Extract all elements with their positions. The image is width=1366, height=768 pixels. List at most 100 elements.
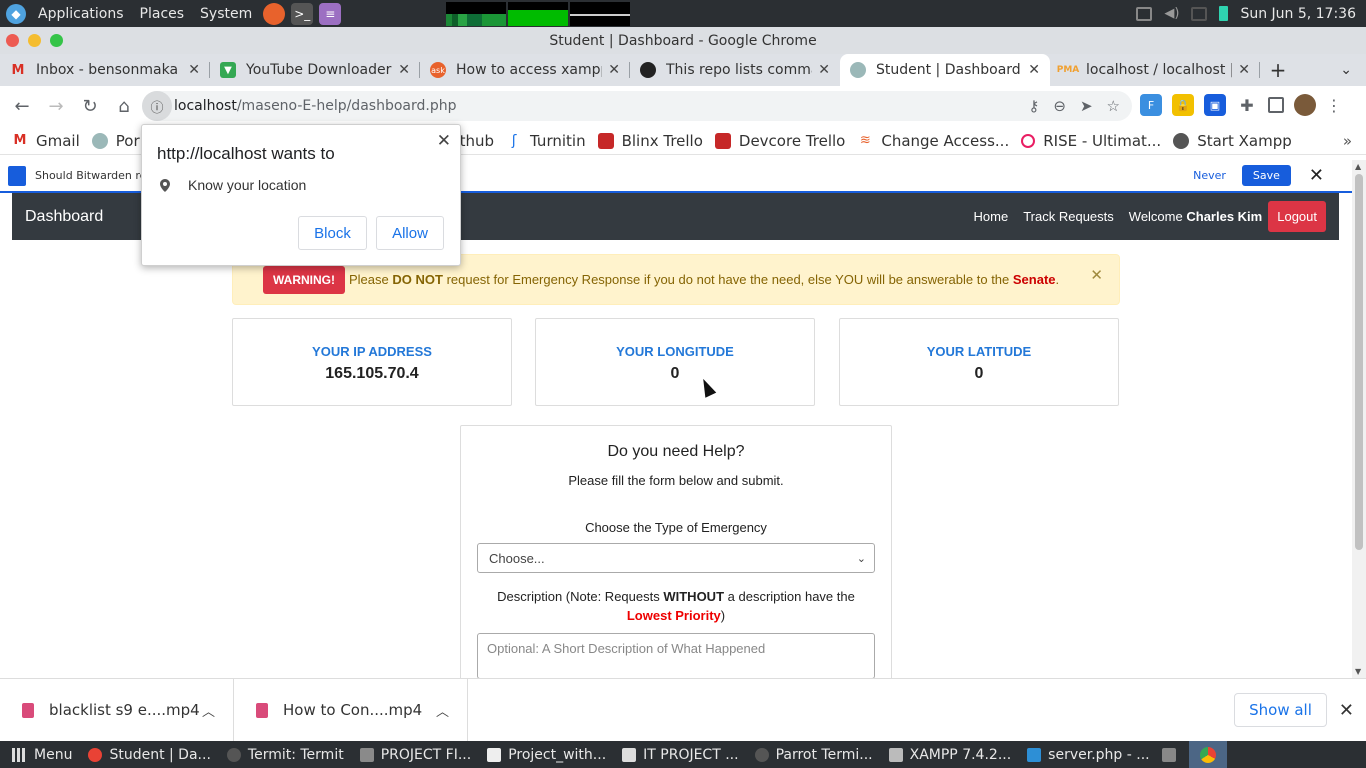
- bookmark-devcore-trello[interactable]: Devcore Trello: [714, 132, 845, 150]
- bitwarden-extension-icon[interactable]: ▣: [1204, 94, 1226, 116]
- tab-search-chevron-icon[interactable]: ⌄: [1340, 54, 1352, 86]
- reload-button[interactable]: ↻: [74, 91, 106, 123]
- tab-student-dashboard[interactable]: Student | Dashboard ✕: [840, 54, 1050, 86]
- network-icon[interactable]: [1191, 6, 1208, 21]
- tab-phpmyadmin[interactable]: PMA localhost / localhost | ✕: [1050, 54, 1260, 86]
- nav-track-requests-link[interactable]: Track Requests: [1023, 209, 1114, 224]
- forward-button[interactable]: →: [40, 91, 72, 123]
- bookmark-blinx-trello[interactable]: Blinx Trello: [597, 132, 703, 150]
- close-tab-icon[interactable]: ✕: [608, 62, 620, 78]
- nav-home-link[interactable]: Home: [974, 209, 1009, 224]
- system-tray-icon[interactable]: [1161, 747, 1176, 762]
- bitwarden-save-button[interactable]: Save: [1241, 165, 1291, 186]
- close-tab-icon[interactable]: ✕: [188, 62, 200, 78]
- bitwarden-never-button[interactable]: Never: [1193, 169, 1226, 182]
- scroll-up-icon[interactable]: ▲: [1355, 162, 1361, 171]
- taskbar-item[interactable]: IT PROJECT ...: [614, 741, 746, 768]
- send-icon[interactable]: ➤: [1080, 97, 1093, 115]
- bookmark-label: RISE - Ultimat...: [1043, 131, 1162, 150]
- popup-close-icon[interactable]: ✕: [437, 131, 451, 151]
- bookmark-gmail[interactable]: M Gmail: [12, 132, 80, 150]
- bookmark-rise[interactable]: RISE - Ultimat...: [1021, 132, 1161, 150]
- extension-fi-icon[interactable]: F: [1140, 94, 1162, 116]
- taskbar-item[interactable]: XAMPP 7.4.2...: [881, 741, 1020, 768]
- bookmark-start-xampp[interactable]: Start Xampp: [1173, 132, 1292, 150]
- taskbar-item[interactable]: PROJECT FI...: [352, 741, 479, 768]
- start-menu-button[interactable]: Menu: [0, 747, 80, 763]
- bookmark-change-access[interactable]: ≋ Change Access...: [857, 132, 1009, 150]
- close-tab-icon[interactable]: ✕: [818, 62, 830, 78]
- network-monitor-graph: [570, 1, 631, 26]
- scroll-thumb[interactable]: [1355, 174, 1363, 550]
- bookmark-star-icon[interactable]: ☆: [1107, 97, 1120, 115]
- close-downloads-icon[interactable]: ✕: [1339, 700, 1354, 721]
- lock-extension-icon[interactable]: 🔒: [1172, 94, 1194, 116]
- close-window-button[interactable]: [6, 34, 19, 47]
- tab-youtube-downloader[interactable]: ▼ YouTube Downloader ✕: [210, 54, 420, 86]
- clock[interactable]: Sun Jun 5, 17:36: [1240, 6, 1356, 22]
- bookmark-turnitin[interactable]: ʃ Turnitin: [506, 132, 586, 150]
- terminal-launcher-icon[interactable]: >_: [291, 2, 314, 25]
- folder-icon: [359, 747, 374, 762]
- taskbar-item[interactable]: Project_with...: [479, 741, 614, 768]
- maximize-window-button[interactable]: [50, 34, 63, 47]
- tab-xampp-question[interactable]: ask How to access xampp ✕: [420, 54, 630, 86]
- back-button[interactable]: ←: [6, 91, 38, 123]
- latitude-label: YOUR LATITUDE: [926, 344, 1032, 359]
- parrot-logo-icon[interactable]: ◆: [6, 3, 26, 24]
- minimize-window-button[interactable]: [28, 34, 41, 47]
- site-info-icon[interactable]: ⓘ: [142, 91, 172, 121]
- places-menu[interactable]: Places: [132, 0, 193, 27]
- alert-close-icon[interactable]: ✕: [1090, 266, 1103, 284]
- gmail-icon: M: [13, 133, 27, 148]
- address-bar[interactable]: ⓘ localhost/maseno-E-help/dashboard.php …: [142, 91, 1132, 121]
- firefox-launcher-icon[interactable]: [263, 2, 286, 25]
- longitude-value: 0: [670, 365, 680, 382]
- scroll-down-icon[interactable]: ▼: [1355, 667, 1361, 676]
- more-bookmarks-icon[interactable]: »: [1343, 132, 1352, 150]
- page-scrollbar[interactable]: ▲ ▼: [1352, 160, 1366, 678]
- navbar-brand[interactable]: Dashboard: [25, 208, 103, 226]
- download-item[interactable]: blacklist s9 e....mp4 ︿: [0, 678, 234, 742]
- profile-avatar[interactable]: [1294, 94, 1316, 116]
- show-all-downloads-button[interactable]: Show all: [1234, 693, 1327, 727]
- bookmark-portal[interactable]: Por: [91, 132, 140, 150]
- chrome-taskbar-button[interactable]: [1188, 741, 1227, 768]
- side-panel-icon[interactable]: [1268, 97, 1284, 113]
- tab-gmail[interactable]: M Inbox - bensonmaka ✕: [0, 54, 210, 86]
- zoom-icon[interactable]: ⊖: [1053, 97, 1066, 115]
- home-button[interactable]: ⌂: [108, 91, 140, 123]
- taskbar-item[interactable]: Parrot Termi...: [747, 741, 881, 768]
- bookmark-github[interactable]: thub: [460, 132, 494, 150]
- volume-icon[interactable]: ◀): [1164, 6, 1179, 21]
- bitwarden-close-icon[interactable]: ✕: [1309, 165, 1324, 186]
- chevron-up-icon[interactable]: ︿: [202, 701, 215, 720]
- desc-lowest-priority: Lowest Priority: [626, 608, 721, 623]
- taskbar-item[interactable]: Termit: Termit: [219, 741, 352, 768]
- description-textarea[interactable]: Optional: A Short Description of What Ha…: [477, 633, 875, 678]
- tab-github-repo[interactable]: This repo lists comma ✕: [630, 54, 840, 86]
- taskbar-label: Student | Da...: [109, 746, 211, 763]
- close-tab-icon[interactable]: ✕: [1238, 62, 1250, 78]
- new-tab-button[interactable]: +: [1260, 54, 1296, 86]
- memory-monitor-graph: [508, 1, 569, 26]
- key-icon[interactable]: ⚷: [1028, 97, 1039, 115]
- keyboard-icon[interactable]: [1136, 6, 1153, 21]
- system-menu[interactable]: System: [192, 0, 260, 27]
- extensions-puzzle-icon[interactable]: ✚: [1236, 94, 1258, 116]
- taskbar-item[interactable]: Student | Da...: [80, 741, 218, 768]
- download-item[interactable]: How to Con....mp4 ︿: [234, 678, 468, 742]
- logout-button[interactable]: Logout: [1268, 201, 1326, 232]
- allow-button[interactable]: Allow: [376, 216, 444, 250]
- more-menu-icon[interactable]: ⋮: [1326, 96, 1342, 115]
- block-button[interactable]: Block: [298, 216, 367, 250]
- emergency-type-select[interactable]: Choose... ⌄: [477, 543, 875, 573]
- taskbar-item[interactable]: server.php - ...: [1019, 741, 1157, 768]
- location-pin-icon: [160, 178, 170, 192]
- battery-icon[interactable]: [1219, 6, 1229, 21]
- applications-menu[interactable]: Applications: [30, 0, 132, 27]
- chevron-up-icon[interactable]: ︿: [436, 701, 449, 720]
- close-tab-icon[interactable]: ✕: [398, 62, 410, 78]
- close-tab-icon[interactable]: ✕: [1028, 62, 1040, 78]
- text-editor-launcher-icon[interactable]: ≡: [319, 2, 342, 25]
